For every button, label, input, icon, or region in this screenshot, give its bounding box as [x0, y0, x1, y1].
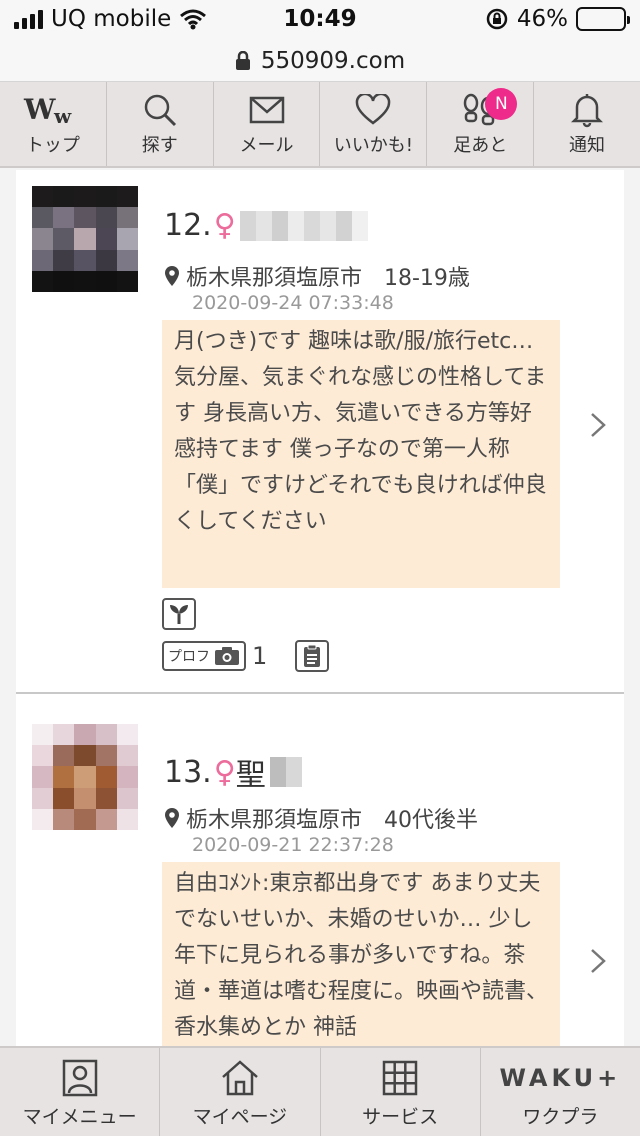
svg-text:W: W: [23, 93, 56, 126]
profile-comment: 月(つき)です 趣味は歌/服/旅行etc… 気分屋、気まぐれな感じの性格してます…: [162, 320, 560, 588]
nav-mail-label: メール: [239, 135, 294, 156]
location-age-text: 栃木県那須塩原市 40代後半: [186, 808, 478, 833]
url-text: 550909.com: [260, 47, 406, 74]
profile-meta-row: プロフ 1: [162, 640, 330, 672]
status-right: 46%: [485, 6, 630, 32]
profile-comment: 自由ｺﾒﾝﾄ:東京都出身です あまり丈夫でないせいか、未婚のせいか… 少し年下に…: [162, 862, 560, 1046]
bottom-nav-mypage-label: マイページ: [192, 1105, 288, 1128]
profile-card-13[interactable]: 13. ♀ 聖 栃木県那須塩原市 40代後半 2020-09-21 22:37:…: [16, 692, 624, 1046]
prof-tag-label: プロフ: [168, 649, 210, 665]
nav-like[interactable]: いいかも!: [320, 82, 428, 166]
camera-icon: [215, 647, 239, 665]
bottom-nav-wakupura[interactable]: WAKU+ ワクプラ: [481, 1048, 640, 1136]
chevron-right-icon[interactable]: [586, 410, 610, 440]
lock-icon: [235, 50, 250, 70]
profile-name-line: 12. ♀: [164, 208, 368, 243]
grid-icon: [382, 1056, 418, 1100]
svg-text:w: w: [53, 104, 72, 127]
avatar[interactable]: [32, 724, 138, 830]
bell-icon: [571, 91, 604, 129]
female-icon: ♀: [213, 754, 236, 790]
profile-date: 2020-09-24 07:33:48: [192, 292, 394, 314]
top-nav: Ww トップ 探す メール いいかも! N 足あと 通知: [0, 82, 640, 168]
address-bar[interactable]: 550909.com: [0, 40, 640, 82]
home-icon: [220, 1056, 260, 1100]
app: UQ mobile 10:49 46% 550909.com Ww トップ 探す: [0, 0, 640, 1136]
location-pin-icon: [165, 808, 179, 828]
photo-count: 1: [252, 642, 268, 670]
footprints-badge: N: [485, 88, 518, 120]
person-icon: [62, 1056, 98, 1100]
bottom-nav-wakupura-label: ワクプラ: [522, 1105, 599, 1128]
bottom-nav: マイメニュー マイページ サービス WAKU+ ワクプラ: [0, 1046, 640, 1136]
profile-number: 13.: [164, 754, 212, 790]
battery-percent: 46%: [516, 6, 568, 32]
location-pin-icon: [165, 266, 179, 286]
nav-search[interactable]: 探す: [107, 82, 214, 166]
nav-top[interactable]: Ww トップ: [0, 82, 107, 166]
profile-list: 12. ♀ 栃木県那須塩原市 18-19歳 2020-09-24 07:33:4…: [16, 170, 624, 1046]
prof-tag[interactable]: プロフ: [162, 641, 246, 671]
nav-footprints[interactable]: N 足あと: [427, 82, 535, 166]
bottom-nav-mypage[interactable]: マイページ: [160, 1048, 321, 1136]
nav-footprints-label: 足あと: [453, 135, 508, 156]
nav-mail[interactable]: メール: [214, 82, 321, 166]
document-icon[interactable]: [295, 640, 330, 672]
mail-icon: [249, 91, 285, 129]
profile-location: 栃木県那須塩原市 18-19歳: [164, 260, 470, 292]
profile-date: 2020-09-21 22:37:28: [192, 834, 394, 856]
nav-like-label: いいかも!: [333, 135, 413, 156]
nav-notify-label: 通知: [569, 135, 606, 156]
orientation-lock-icon: [486, 8, 508, 30]
profile-location: 栃木県那須塩原市 40代後半: [164, 802, 478, 834]
location-age-text: 栃木県那須塩原市 18-19歳: [186, 266, 470, 291]
profile-card-12[interactable]: 12. ♀ 栃木県那須塩原市 18-19歳 2020-09-24 07:33:4…: [16, 170, 624, 692]
avatar[interactable]: [32, 186, 138, 292]
nav-top-label: トップ: [25, 135, 80, 156]
profile-number: 12.: [164, 208, 212, 243]
nav-notify[interactable]: 通知: [534, 82, 640, 166]
status-bar: UQ mobile 10:49 46%: [0, 0, 640, 40]
bottom-nav-mymenu-label: マイメニュー: [22, 1105, 137, 1128]
chevron-right-icon[interactable]: [586, 946, 610, 976]
ww-logo-icon: Ww: [22, 91, 84, 129]
heart-icon: [355, 91, 391, 129]
sprout-icon: [162, 598, 196, 630]
battery-icon: [576, 7, 630, 31]
profile-name-line: 13. ♀ 聖: [164, 750, 302, 794]
bottom-nav-mymenu[interactable]: マイメニュー: [0, 1048, 161, 1136]
waku-logo: WAKU+: [499, 1063, 622, 1092]
bottom-nav-service-label: サービス: [362, 1105, 439, 1128]
nav-search-label: 探す: [141, 135, 178, 156]
bottom-nav-service[interactable]: サービス: [321, 1048, 481, 1136]
female-icon: ♀: [213, 208, 236, 243]
search-icon: [142, 91, 178, 129]
name-mosaic: [239, 210, 368, 241]
name-mosaic: [269, 757, 302, 787]
profile-name: 聖: [235, 758, 266, 793]
